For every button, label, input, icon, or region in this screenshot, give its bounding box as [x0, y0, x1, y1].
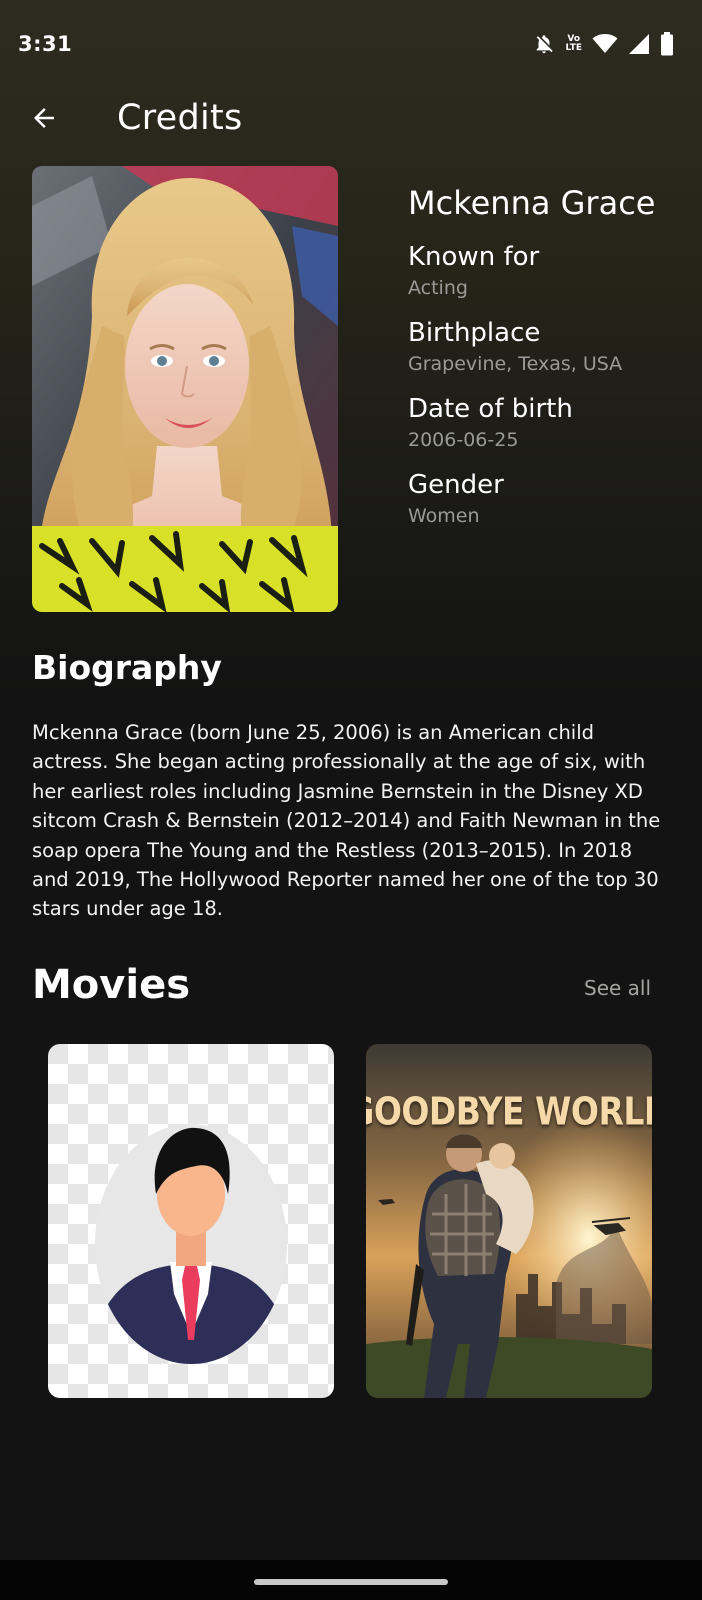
- date-of-birth-value: 2006-06-25: [408, 429, 519, 451]
- gender-value: Women: [408, 505, 480, 527]
- movie-card[interactable]: GOODBYE WORLD: [366, 1044, 652, 1398]
- arrow-back-icon: [29, 103, 59, 137]
- wifi-icon: [592, 33, 618, 55]
- navigation-bar: [0, 1560, 702, 1600]
- biography-title: Biography: [32, 648, 222, 687]
- app-bar: Credits: [0, 88, 702, 152]
- profile-photo: [32, 166, 338, 612]
- date-of-birth-label: Date of birth: [408, 394, 573, 424]
- movie-poster-title: GOODBYE WORLD: [366, 1090, 652, 1134]
- birthplace-label: Birthplace: [408, 318, 541, 348]
- gender-label: Gender: [408, 470, 504, 500]
- page-title: Credits: [117, 98, 243, 138]
- status-time: 3:31: [18, 32, 73, 56]
- birthplace-value: Grapevine, Texas, USA: [408, 353, 623, 375]
- status-bar: 3:31 Vo LTE: [0, 0, 702, 88]
- known-for-value: Acting: [408, 277, 468, 299]
- placeholder-avatar-icon: [48, 1044, 334, 1398]
- profile-info: Mckenna Grace Known for Acting Birthplac…: [408, 178, 688, 530]
- see-all-link[interactable]: See all: [584, 976, 651, 1000]
- person-name: Mckenna Grace: [408, 184, 656, 222]
- biography-text: Mckenna Grace (born June 25, 2006) is an…: [32, 721, 661, 921]
- back-button[interactable]: [26, 102, 62, 138]
- bell-off-icon: [533, 33, 555, 55]
- movie-poster-image: GOODBYE WORLD: [366, 1044, 652, 1398]
- volte-icon: Vo LTE: [565, 34, 582, 53]
- status-icons: Vo LTE: [533, 32, 674, 56]
- movies-title: Movies: [32, 962, 191, 1008]
- home-indicator[interactable]: [254, 1579, 448, 1585]
- signal-icon: [628, 33, 650, 55]
- movie-card[interactable]: [48, 1044, 334, 1398]
- battery-icon: [660, 32, 674, 56]
- known-for-label: Known for: [408, 242, 540, 272]
